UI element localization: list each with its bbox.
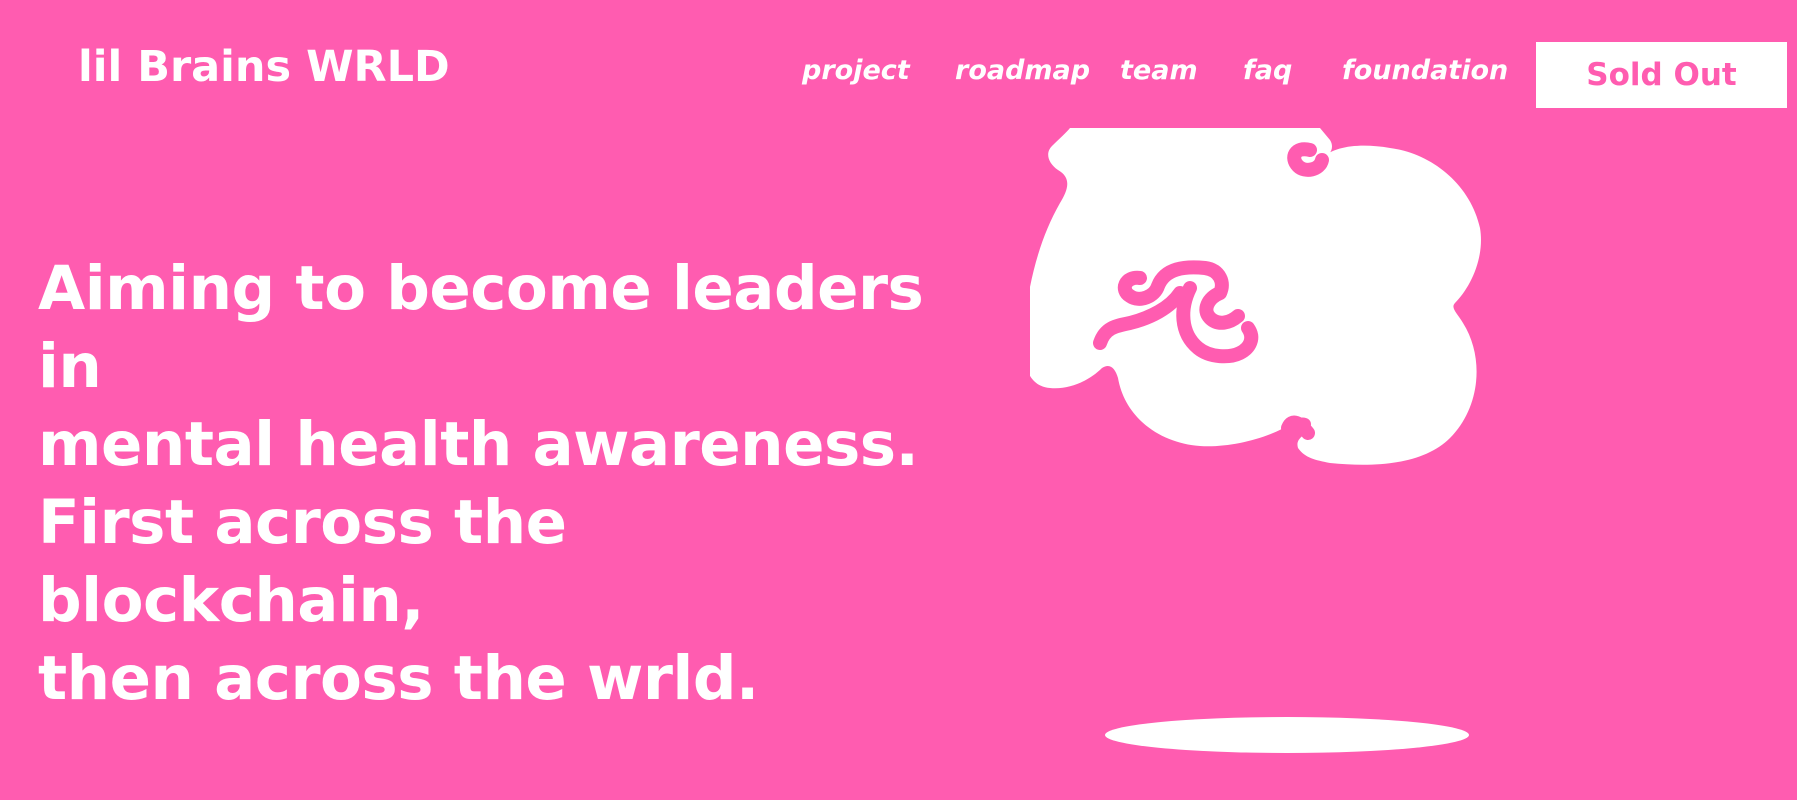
nav-link-project[interactable]: project	[802, 55, 910, 86]
sold-out-button[interactable]: Sold Out	[1536, 42, 1787, 108]
nav-link-roadmap[interactable]: roadmap	[955, 55, 1090, 86]
hero-line-2: mental health awareness.	[38, 409, 919, 480]
nav-link-faq[interactable]: faq	[1243, 55, 1292, 86]
nav-link-team[interactable]: team	[1120, 55, 1198, 86]
hero-line-4: then across the wrld.	[38, 643, 759, 714]
floor-shadow-icon	[1105, 717, 1469, 753]
main-nav: project roadmap team faq foundation	[0, 55, 1797, 95]
hero-line-3: First across the blockchain,	[38, 487, 567, 636]
hero-headline: Aiming to become leaders in mental healt…	[38, 250, 938, 718]
brain-illustration-icon	[1030, 128, 1481, 465]
hero-line-1: Aiming to become leaders in	[38, 253, 924, 402]
nav-link-foundation[interactable]: foundation	[1342, 55, 1508, 86]
